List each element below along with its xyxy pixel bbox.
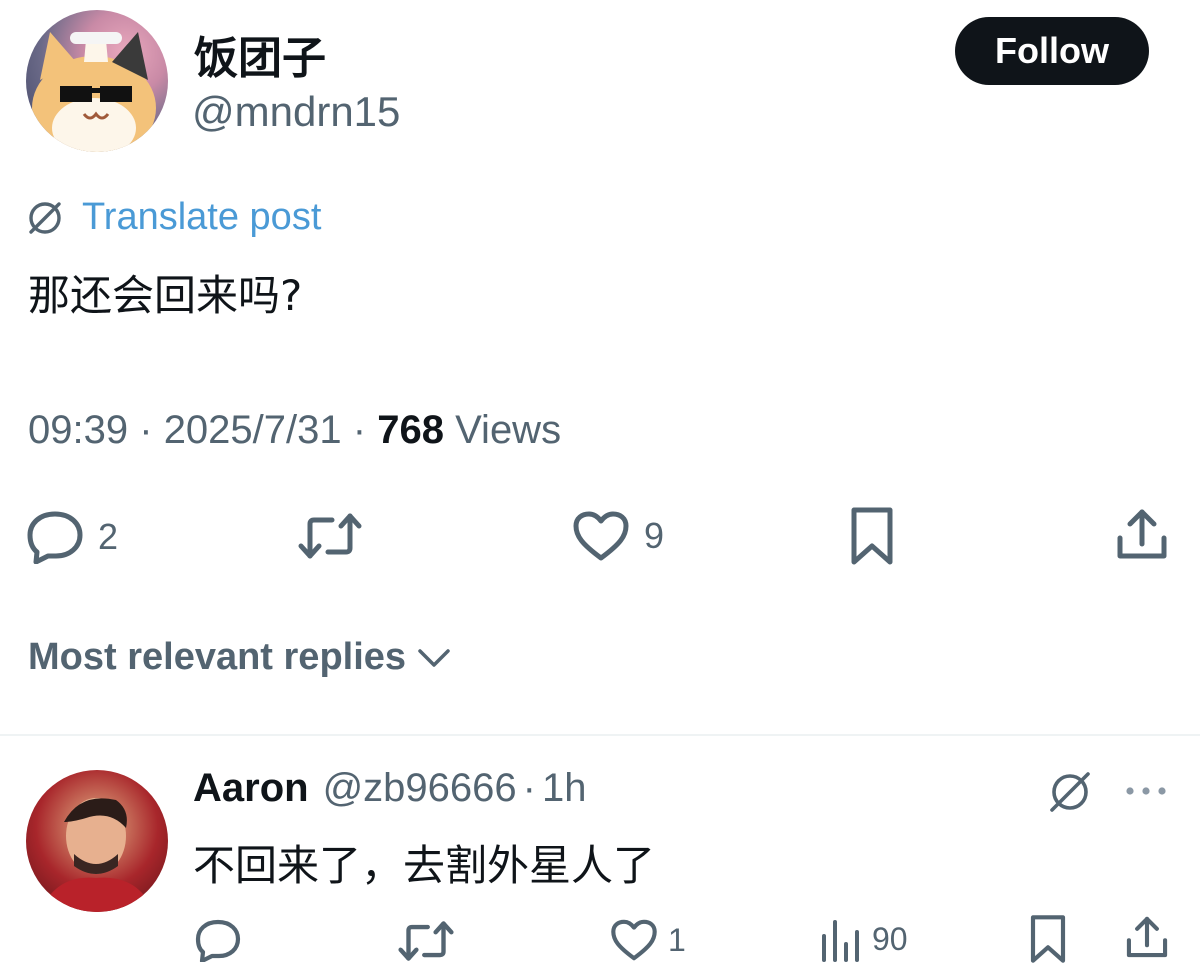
translate-label: Translate post xyxy=(82,196,322,238)
meta-separator: · xyxy=(139,408,153,452)
reply-avatar[interactable] xyxy=(26,770,168,912)
more-icon xyxy=(1126,787,1166,795)
chevron-down-icon xyxy=(418,648,450,667)
reply-handle[interactable]: @zb96666 xyxy=(323,766,517,811)
reply-reply-action[interactable] xyxy=(194,918,242,962)
reply-icon xyxy=(195,919,241,962)
more-options-button[interactable] xyxy=(1124,784,1168,803)
replies-sort-label: Most relevant replies xyxy=(28,636,407,678)
replies-sort-dropdown[interactable]: Most relevant replies xyxy=(28,636,452,679)
share-icon xyxy=(1117,509,1167,559)
reply-separator: · xyxy=(522,766,536,810)
bookmark-icon xyxy=(1030,915,1066,963)
views-label: Views xyxy=(455,408,562,452)
reply-text: 不回来了，去割外星人了 xyxy=(193,841,656,890)
translate-icon xyxy=(29,201,61,234)
reply-bookmark-action[interactable] xyxy=(1028,914,1068,964)
repost-icon xyxy=(298,513,362,559)
reply-like-action[interactable]: 1 xyxy=(610,918,686,962)
reply-like-count: 1 xyxy=(668,921,686,958)
author-avatar[interactable] xyxy=(26,10,168,152)
follow-button[interactable]: Follow xyxy=(955,17,1149,85)
divider xyxy=(0,734,1200,736)
like-count: 9 xyxy=(644,515,665,556)
reply-count: 2 xyxy=(98,516,119,557)
reply-display-name[interactable]: Aaron xyxy=(193,766,309,811)
reply-repost-action[interactable] xyxy=(398,920,454,962)
like-action[interactable]: 9 xyxy=(572,510,664,562)
reply-time[interactable]: 1h xyxy=(542,766,587,811)
post-time[interactable]: 09:39 xyxy=(28,408,128,452)
reply-action[interactable]: 2 xyxy=(26,510,118,564)
share-icon xyxy=(1126,916,1168,958)
repost-action[interactable] xyxy=(298,512,362,560)
reply-share-action[interactable] xyxy=(1124,914,1170,960)
reply-views-count: 90 xyxy=(872,920,908,957)
author-handle[interactable]: @mndrn15 xyxy=(192,88,400,136)
post-date[interactable]: 2025/7/31 xyxy=(164,408,342,452)
heart-icon xyxy=(573,511,629,561)
views-count: 768 xyxy=(377,408,444,452)
translate-link[interactable]: Translate post xyxy=(26,196,321,239)
share-action[interactable] xyxy=(1114,506,1170,562)
analytics-icon xyxy=(822,920,859,962)
meta-separator: · xyxy=(352,408,367,452)
translate-icon xyxy=(1050,772,1090,812)
repost-icon xyxy=(398,921,454,961)
post-text: 那还会回来吗? xyxy=(28,271,303,320)
reply-header: Aaron @zb96666 · 1h xyxy=(193,766,587,811)
reply-views-action[interactable]: 90 xyxy=(818,916,908,962)
post-meta: 09:39 · 2025/7/31 · 768 Views xyxy=(28,408,561,453)
bookmark-action[interactable] xyxy=(848,506,896,566)
heart-icon xyxy=(611,919,657,961)
reply-translate-button[interactable] xyxy=(1046,770,1094,819)
bookmark-icon xyxy=(851,507,893,565)
author-display-name[interactable]: 饭团子 xyxy=(194,22,326,86)
reply-icon xyxy=(27,511,83,564)
